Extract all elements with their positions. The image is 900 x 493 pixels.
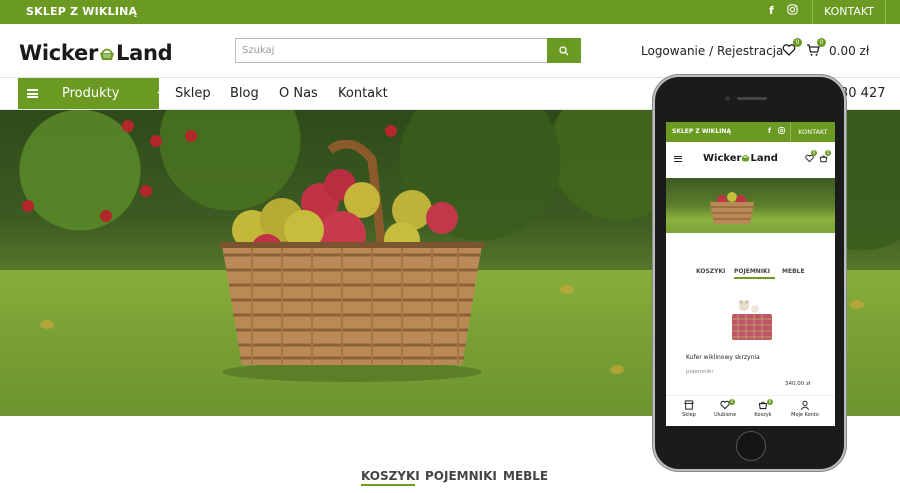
- search-icon: [559, 46, 569, 56]
- products-menu-button[interactable]: Produkty: [18, 78, 165, 109]
- tree-apple: [100, 210, 112, 222]
- top-bar: SKLEP Z WIKLINĄ f KONTAKT: [0, 0, 900, 24]
- instagram-icon[interactable]: [787, 4, 798, 18]
- contact-phone-number[interactable]: 30 427: [840, 86, 886, 101]
- nav-item-sklep[interactable]: Sklep: [175, 86, 211, 101]
- mobile-site-logo[interactable]: Wicker Land: [703, 153, 778, 164]
- product-price: 340,00 zł: [785, 381, 811, 387]
- logo-text-right: Land: [116, 41, 173, 65]
- shop-tagline: SKLEP Z WIKLINĄ: [26, 5, 138, 18]
- tab-koszyki[interactable]: KOSZYKI: [361, 469, 420, 483]
- tab-pojemniki[interactable]: POJEMNIKI: [425, 469, 497, 483]
- nav-item-blog[interactable]: Blog: [230, 86, 259, 101]
- mobile-active-tab-underline: [734, 277, 775, 279]
- mobile-wishlist-badge: 0: [811, 150, 817, 156]
- active-tab-underline: [361, 484, 415, 486]
- mobile-bottom-wishlist-badge: 0: [729, 399, 735, 405]
- mobile-hero-image: [666, 178, 835, 233]
- shop-icon: [684, 400, 694, 410]
- mobile-bottom-nav-koszyk[interactable]: Koszyk: [748, 400, 778, 418]
- fallen-leaf: [40, 320, 54, 329]
- mobile-tab-meble[interactable]: MEBLE: [782, 268, 805, 275]
- tree-apple: [185, 130, 197, 142]
- logo-text-left: Wicker: [19, 41, 99, 65]
- mobile-basket-illustration: [710, 192, 754, 224]
- mobile-bottom-label: Moje Konto: [791, 412, 819, 418]
- products-menu-label: Produkty: [62, 86, 120, 101]
- product-name[interactable]: Kufer wiklinowy skrzynia: [686, 354, 760, 361]
- mobile-bottom-cart-badge: 0: [767, 399, 773, 405]
- tree-apple: [140, 185, 152, 197]
- cart-total[interactable]: 0.00 zł: [829, 44, 869, 58]
- phone-home-button: [736, 431, 766, 461]
- chevron-down-icon: [157, 91, 165, 96]
- mobile-logo-text-left: Wicker: [703, 153, 742, 164]
- mobile-bottom-nav: Sklep Ulubione 0 Koszyk 0 Moje Konto: [666, 395, 835, 426]
- fallen-leaf: [610, 365, 624, 374]
- mobile-bottom-nav-sklep[interactable]: Sklep: [674, 400, 704, 418]
- mobile-bottom-nav-moje-konto[interactable]: Moje Konto: [787, 400, 823, 418]
- tab-meble[interactable]: MEBLE: [503, 469, 548, 483]
- mobile-bottom-label: Ulubione: [713, 412, 737, 418]
- mobile-facebook-icon[interactable]: f: [768, 127, 771, 135]
- fallen-leaf: [850, 300, 864, 309]
- basket-logo-icon: [100, 48, 115, 60]
- mobile-phone-mockup: SKLEP Z WIKLINĄ f KONTAKT Wicker Land 0 0…: [653, 75, 846, 471]
- fruit-basket-illustration: [220, 140, 484, 382]
- user-icon: [800, 400, 810, 410]
- wishlist-count-badge: 0: [793, 38, 802, 47]
- top-contact-link[interactable]: KONTAKT: [812, 0, 886, 24]
- mobile-instagram-icon[interactable]: [778, 127, 785, 136]
- site-logo[interactable]: Wicker Land: [19, 41, 173, 65]
- mobile-cart-badge: 0: [825, 150, 831, 156]
- mobile-top-bar: SKLEP Z WIKLINĄ f KONTAKT: [666, 122, 835, 142]
- tree-apple: [150, 135, 162, 147]
- login-register-link[interactable]: Logowanie / Rejestracja: [641, 44, 783, 58]
- mobile-hamburger-icon[interactable]: [674, 156, 682, 162]
- hamburger-icon: [27, 89, 38, 98]
- product-image[interactable]: [728, 297, 776, 343]
- mobile-shop-tagline: SKLEP Z WIKLINĄ: [672, 128, 732, 135]
- fallen-leaf: [560, 285, 574, 294]
- cart-count-badge: 0: [817, 38, 826, 47]
- mobile-screen: SKLEP Z WIKLINĄ f KONTAKT Wicker Land 0 0…: [666, 122, 835, 426]
- mobile-bottom-nav-ulubione[interactable]: Ulubione: [710, 400, 740, 418]
- search-button[interactable]: [547, 38, 581, 63]
- tree-apple: [22, 200, 34, 212]
- nav-item-kontakt[interactable]: Kontakt: [338, 86, 388, 101]
- tree-apple: [122, 120, 134, 132]
- search-input[interactable]: Szukaj: [235, 38, 548, 63]
- phone-camera: [725, 96, 730, 101]
- mobile-tab-pojemniki[interactable]: POJEMNIKI: [734, 268, 770, 275]
- mobile-bottom-label: Koszyk: [754, 412, 772, 418]
- tree-apple: [385, 125, 397, 137]
- nav-item-o-nas[interactable]: O Nas: [279, 86, 318, 101]
- facebook-icon[interactable]: f: [769, 4, 774, 17]
- phone-speaker: [737, 97, 767, 100]
- mobile-bottom-label: Sklep: [682, 412, 696, 418]
- mobile-tab-koszyki[interactable]: KOSZYKI: [696, 268, 725, 275]
- mobile-contact-link[interactable]: KONTAKT: [790, 122, 835, 142]
- product-category[interactable]: pojemniki: [686, 369, 713, 375]
- mobile-logo-text-right: Land: [750, 153, 778, 164]
